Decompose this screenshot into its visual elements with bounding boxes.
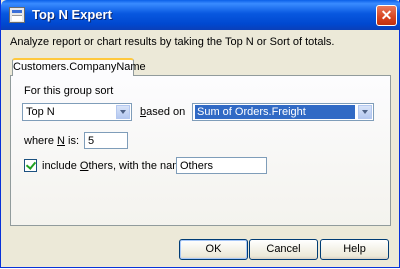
ok-button[interactable]: OK (179, 239, 248, 260)
where-n-label: where N is: (24, 135, 79, 147)
window-title: Top N Expert (32, 7, 112, 22)
close-icon: ✕ (380, 7, 393, 23)
n-value-input[interactable]: 5 (84, 132, 128, 149)
help-button[interactable]: Help (320, 239, 389, 260)
include-others-label[interactable]: include Others, with the name: (42, 160, 191, 172)
based-on-dropdown[interactable]: Sum of Orders.Freight (192, 103, 374, 121)
cancel-button[interactable]: Cancel (249, 239, 318, 260)
include-others-label-pre: include (42, 160, 80, 172)
where-n-label-pre: where (24, 135, 58, 147)
tab-customers-companyname[interactable]: Customers.CompanyName (12, 58, 146, 76)
app-window-icon (9, 7, 25, 23)
sort-type-dropdown[interactable]: Top N (22, 103, 132, 121)
sort-type-value: Top N (26, 106, 55, 118)
top-n-expert-dialog: Top N Expert ✕ Analyze report or chart r… (0, 0, 400, 268)
where-n-label-post: is: (64, 135, 80, 147)
title-bar[interactable]: Top N Expert ✕ (1, 0, 400, 30)
include-others-checkbox[interactable] (24, 159, 37, 172)
close-button[interactable]: ✕ (376, 5, 397, 26)
based-on-value: Sum of Orders.Freight (195, 105, 355, 119)
others-name-input[interactable]: Others (176, 157, 267, 174)
group-sort-label: For this group sort (24, 85, 114, 97)
chevron-down-icon[interactable] (358, 105, 372, 119)
description-text: Analyze report or chart results by takin… (10, 36, 335, 48)
based-on-label-text: ased on (146, 106, 186, 118)
tab-panel: For this group sort Top N based on Sum o… (10, 75, 391, 226)
chevron-down-icon[interactable] (116, 105, 130, 119)
based-on-label: based on (140, 106, 185, 118)
where-n-mnemonic: N (57, 135, 65, 147)
